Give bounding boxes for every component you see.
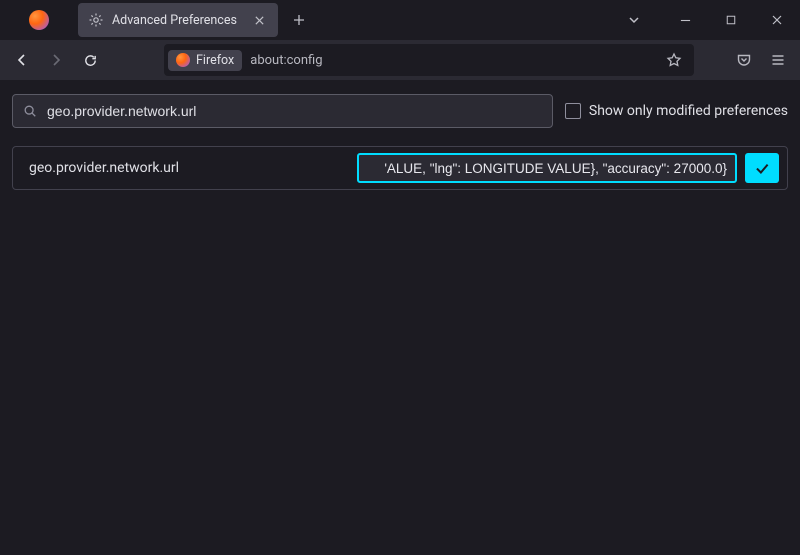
search-row: Show only modified preferences bbox=[12, 94, 788, 128]
new-tab-button[interactable] bbox=[284, 5, 314, 35]
show-modified-toggle[interactable]: Show only modified preferences bbox=[565, 103, 788, 119]
tab-title: Advanced Preferences bbox=[112, 13, 242, 28]
tab-close-button[interactable] bbox=[250, 11, 268, 29]
window-minimize-button[interactable] bbox=[662, 0, 708, 40]
titlebar: Advanced Preferences bbox=[0, 0, 800, 40]
bookmark-star-button[interactable] bbox=[660, 46, 688, 74]
browser-tab[interactable]: Advanced Preferences bbox=[78, 3, 278, 37]
reload-button[interactable] bbox=[74, 44, 106, 76]
pref-value-field[interactable] bbox=[357, 153, 737, 183]
pref-name: geo.provider.network.url bbox=[29, 160, 349, 176]
window-controls bbox=[662, 0, 800, 40]
save-to-pocket-button[interactable] bbox=[728, 44, 760, 76]
about-config-content: Show only modified preferences geo.provi… bbox=[0, 80, 800, 204]
nav-toolbar: Firefox about:config bbox=[0, 40, 800, 80]
pref-search-input[interactable] bbox=[47, 103, 542, 119]
window-close-button[interactable] bbox=[754, 0, 800, 40]
search-icon bbox=[23, 104, 37, 118]
pref-value-input[interactable] bbox=[367, 161, 727, 176]
firefox-brand bbox=[0, 10, 78, 30]
show-modified-label: Show only modified preferences bbox=[589, 103, 788, 119]
identity-label: Firefox bbox=[196, 53, 234, 68]
pref-search-box[interactable] bbox=[12, 94, 553, 128]
identity-box[interactable]: Firefox bbox=[168, 50, 242, 71]
window-maximize-button[interactable] bbox=[708, 0, 754, 40]
forward-button[interactable] bbox=[40, 44, 72, 76]
firefox-logo-icon bbox=[29, 10, 49, 30]
pref-row: geo.provider.network.url bbox=[12, 146, 788, 190]
url-text: about:config bbox=[250, 53, 660, 68]
gear-icon bbox=[88, 12, 104, 28]
app-menu-button[interactable] bbox=[762, 44, 794, 76]
all-tabs-button[interactable] bbox=[616, 4, 652, 36]
pref-save-button[interactable] bbox=[745, 153, 779, 183]
firefox-logo-icon bbox=[176, 53, 190, 67]
url-bar[interactable]: Firefox about:config bbox=[164, 44, 694, 76]
checkbox-icon bbox=[565, 103, 581, 119]
back-button[interactable] bbox=[6, 44, 38, 76]
